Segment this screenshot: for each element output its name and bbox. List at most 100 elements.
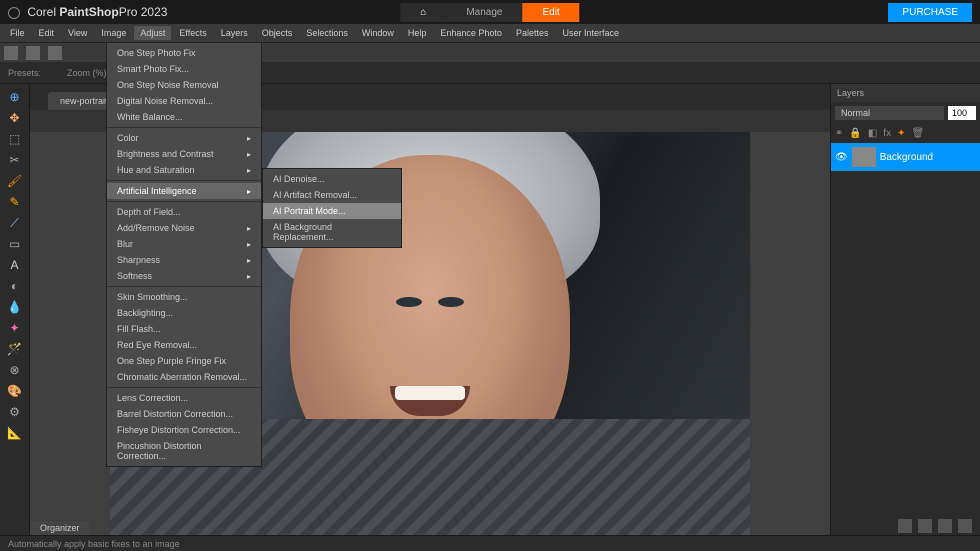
tool-7[interactable]: ▭ xyxy=(5,235,25,253)
tool-9[interactable]: ◐ xyxy=(5,277,25,295)
purchase-button[interactable]: PURCHASE xyxy=(888,3,972,22)
adjust-digital-noise-removal-[interactable]: Digital Noise Removal... xyxy=(107,93,261,109)
adjust-barrel-distortion-correction-[interactable]: Barrel Distortion Correction... xyxy=(107,406,261,422)
product-name-1: PaintShop xyxy=(59,5,118,19)
ai-ai-denoise-[interactable]: AI Denoise... xyxy=(263,171,401,187)
layer-name: Background xyxy=(880,152,933,163)
tool-11[interactable]: ✦ xyxy=(5,319,25,337)
tool-12[interactable]: 🪄 xyxy=(5,340,25,358)
titlebar: Corel PaintShopPro 2023 ⌂ Manage Edit PU… xyxy=(0,0,980,24)
nav-icon-4[interactable] xyxy=(958,519,972,533)
adjust-depth-of-field-[interactable]: Depth of Field... xyxy=(107,204,261,220)
tool-3[interactable]: ✂ xyxy=(5,151,25,169)
tool-6[interactable]: ⟋ xyxy=(5,214,25,232)
adjust-backlighting-[interactable]: Backlighting... xyxy=(107,305,261,321)
tool-15[interactable]: ⚙ xyxy=(5,403,25,421)
tool-5[interactable]: ✎ xyxy=(5,193,25,211)
tool-0[interactable]: ⊕ xyxy=(5,88,25,106)
layers-panel: Layers Normal 100 ⚭ 🔒 ◧ fx ✦ 🗑 👁 Backgro… xyxy=(830,84,980,535)
zoom-label: Zoom (%) xyxy=(67,68,107,78)
tool-4[interactable]: 🖌 xyxy=(5,172,25,190)
layer-tools-row: ⚭ 🔒 ◧ fx ✦ 🗑 xyxy=(831,124,980,143)
adjust-brightness-and-contrast[interactable]: Brightness and Contrast xyxy=(107,146,261,162)
ai-ai-background-replacement-[interactable]: AI Background Replacement... xyxy=(263,219,401,245)
layer-mask-icon[interactable]: ◧ xyxy=(868,128,877,139)
app-title: Corel PaintShopPro 2023 xyxy=(8,5,167,19)
blend-mode-dropdown[interactable]: Normal xyxy=(835,106,944,120)
statusbar: Automatically apply basic fixes to an im… xyxy=(0,535,980,551)
layer-new-icon[interactable]: ✦ xyxy=(897,128,905,139)
layer-fx-icon[interactable]: fx xyxy=(883,128,891,139)
manage-tab[interactable]: Manage xyxy=(446,3,522,22)
layer-link-icon[interactable]: ⚭ xyxy=(835,128,843,139)
adjust-pincushion-distortion-correction-[interactable]: Pincushion Distortion Correction... xyxy=(107,438,261,464)
menu-palettes[interactable]: Palettes xyxy=(510,26,555,40)
nav-icon-1[interactable] xyxy=(898,519,912,533)
adjust-color[interactable]: Color xyxy=(107,130,261,146)
adjust-add-remove-noise[interactable]: Add/Remove Noise xyxy=(107,220,261,236)
adjust-artificial-intelligence[interactable]: Artificial Intelligence xyxy=(107,183,261,199)
edit-tab[interactable]: Edit xyxy=(522,3,579,22)
nav-icons xyxy=(898,519,972,533)
menu-layers[interactable]: Layers xyxy=(215,26,254,40)
ai-ai-artifact-removal-[interactable]: AI Artifact Removal... xyxy=(263,187,401,203)
menu-objects[interactable]: Objects xyxy=(256,26,299,40)
tool-2[interactable]: ⬚ xyxy=(5,130,25,148)
menu-view[interactable]: View xyxy=(62,26,93,40)
adjust-red-eye-removal-[interactable]: Red Eye Removal... xyxy=(107,337,261,353)
layers-panel-title: Layers xyxy=(831,84,980,102)
adjust-one-step-noise-removal[interactable]: One Step Noise Removal xyxy=(107,77,261,93)
adjust-smart-photo-fix-[interactable]: Smart Photo Fix... xyxy=(107,61,261,77)
menu-help[interactable]: Help xyxy=(402,26,433,40)
menubar: FileEditViewImageAdjustEffectsLayersObje… xyxy=(0,24,980,42)
opacity-input[interactable]: 100 xyxy=(948,106,976,120)
menu-image[interactable]: Image xyxy=(95,26,132,40)
tool-16[interactable]: 📐 xyxy=(5,424,25,442)
save-icon[interactable] xyxy=(48,46,62,60)
presets-label: Presets: xyxy=(8,68,41,78)
adjust-blur[interactable]: Blur xyxy=(107,236,261,252)
brand-text: Corel xyxy=(27,5,56,19)
nav-icon-2[interactable] xyxy=(918,519,932,533)
menu-adjust[interactable]: Adjust xyxy=(134,26,171,40)
tool-14[interactable]: 🎨 xyxy=(5,382,25,400)
tool-1[interactable]: ✥ xyxy=(5,109,25,127)
new-icon[interactable] xyxy=(4,46,18,60)
adjust-chromatic-aberration-removal-[interactable]: Chromatic Aberration Removal... xyxy=(107,369,261,385)
visibility-icon[interactable]: 👁 xyxy=(835,152,848,163)
layer-lock-icon[interactable]: 🔒 xyxy=(849,128,861,139)
layer-delete-icon[interactable]: 🗑 xyxy=(911,128,924,139)
nav-icon-3[interactable] xyxy=(938,519,952,533)
ai-ai-portrait-mode-[interactable]: AI Portrait Mode... xyxy=(263,203,401,219)
adjust-skin-smoothing-[interactable]: Skin Smoothing... xyxy=(107,289,261,305)
adjust-white-balance-[interactable]: White Balance... xyxy=(107,109,261,125)
app-logo-icon xyxy=(8,7,20,19)
menu-user-interface[interactable]: User Interface xyxy=(556,26,625,40)
adjust-menu: One Step Photo FixSmart Photo Fix...One … xyxy=(106,42,262,467)
menu-effects[interactable]: Effects xyxy=(173,26,212,40)
menu-selections[interactable]: Selections xyxy=(300,26,354,40)
ai-submenu: AI Denoise...AI Artifact Removal...AI Po… xyxy=(262,168,402,248)
adjust-lens-correction-[interactable]: Lens Correction... xyxy=(107,390,261,406)
menu-enhance-photo[interactable]: Enhance Photo xyxy=(434,26,508,40)
home-icon: ⌂ xyxy=(420,7,426,18)
layer-thumbnail xyxy=(852,147,876,167)
adjust-sharpness[interactable]: Sharpness xyxy=(107,252,261,268)
menu-file[interactable]: File xyxy=(4,26,31,40)
adjust-softness[interactable]: Softness xyxy=(107,268,261,284)
layer-blend-controls: Normal 100 xyxy=(831,102,980,124)
adjust-fill-flash-[interactable]: Fill Flash... xyxy=(107,321,261,337)
tool-8[interactable]: A xyxy=(5,256,25,274)
menu-edit[interactable]: Edit xyxy=(33,26,61,40)
tool-10[interactable]: 💧 xyxy=(5,298,25,316)
tool-13[interactable]: ⊗ xyxy=(5,361,25,379)
open-icon[interactable] xyxy=(26,46,40,60)
adjust-one-step-photo-fix[interactable]: One Step Photo Fix xyxy=(107,45,261,61)
adjust-hue-and-saturation[interactable]: Hue and Saturation xyxy=(107,162,261,178)
adjust-one-step-purple-fringe-fix[interactable]: One Step Purple Fringe Fix xyxy=(107,353,261,369)
layer-item-background[interactable]: 👁 Background xyxy=(831,143,980,171)
menu-window[interactable]: Window xyxy=(356,26,400,40)
adjust-fisheye-distortion-correction-[interactable]: Fisheye Distortion Correction... xyxy=(107,422,261,438)
home-tab[interactable]: ⌂ xyxy=(400,3,446,22)
organizer-tab[interactable]: Organizer xyxy=(30,521,90,535)
